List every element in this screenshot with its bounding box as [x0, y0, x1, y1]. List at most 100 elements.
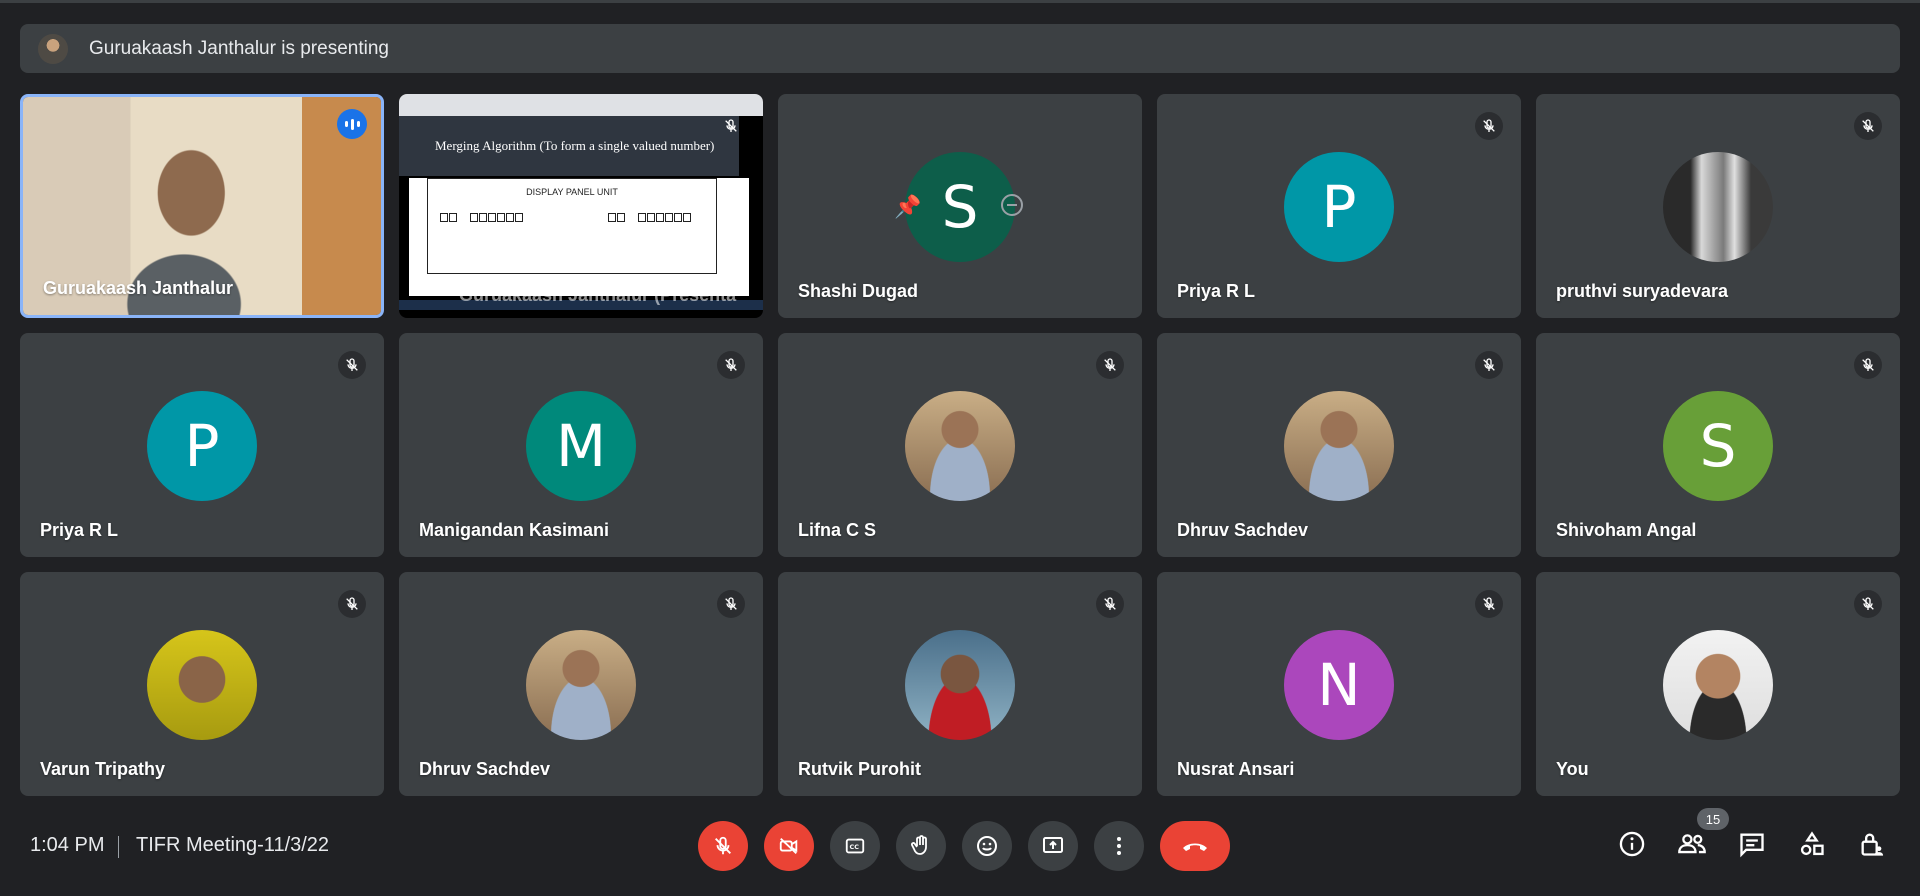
participant-photo [905, 391, 1015, 501]
muted-icon [717, 112, 745, 140]
share-caption: Guruakaash Janthalur (Presenta [459, 285, 737, 305]
host-controls-button[interactable] [1856, 828, 1888, 860]
activities-button[interactable] [1796, 828, 1828, 860]
muted-icon [1854, 351, 1882, 379]
clock: 1:04 PM [30, 834, 105, 856]
meeting-details-button[interactable] [1616, 828, 1648, 860]
participant-tile[interactable]: Dhruv Sachdev [1157, 333, 1521, 557]
phone-hangup-icon [1183, 843, 1207, 851]
participant-name: Manigandan Kasimani [419, 520, 610, 540]
info-icon [1619, 831, 1645, 857]
camera-off-icon [779, 837, 798, 855]
participant-name: Shivoham Angal [1556, 520, 1697, 540]
camera-toggle-button[interactable] [764, 821, 814, 871]
participant-tile[interactable]: S Shivoham Angal [1536, 333, 1900, 557]
muted-icon [1475, 112, 1503, 140]
more-vert-icon [1117, 837, 1121, 855]
chat-button[interactable] [1736, 828, 1768, 860]
more-options-button[interactable] [1094, 821, 1144, 871]
participant-photo [147, 630, 257, 740]
muted-icon [1096, 351, 1124, 379]
muted-icon [1854, 112, 1882, 140]
display-panel-diagram: DISPLAY PANEL UNIT [427, 178, 717, 274]
reactions-button[interactable] [962, 821, 1012, 871]
participant-initial-avatar: S [905, 152, 1015, 262]
participant-tile[interactable]: Varun Tripathy [20, 572, 384, 796]
end-call-button[interactable] [1160, 821, 1230, 871]
present-button[interactable] [1028, 821, 1078, 871]
muted-icon [1475, 351, 1503, 379]
lock-person-icon [1861, 833, 1884, 856]
chat-icon [1740, 833, 1764, 858]
participant-name: Lifna C S [798, 520, 877, 540]
presenter-avatar [38, 33, 68, 64]
participant-name: You [1556, 759, 1589, 779]
top-border [0, 0, 1920, 3]
participant-photo [1663, 152, 1773, 262]
remove-icon[interactable] [1001, 194, 1023, 216]
participant-name: Nusrat Ansari [1177, 759, 1295, 779]
participant-name: Shashi Dugad [798, 281, 919, 301]
muted-icon [1096, 590, 1124, 618]
participant-photo [905, 630, 1015, 740]
participant-tile[interactable]: You [1536, 572, 1900, 796]
participant-initial-avatar: N [1284, 630, 1394, 740]
mic-toggle-button[interactable] [698, 821, 748, 871]
participant-photo [1663, 630, 1773, 740]
speaker-tile[interactable]: Guruakaash Janthalur [20, 94, 384, 318]
participant-name: Varun Tripathy [40, 759, 166, 779]
participant-count-badge: 15 [1697, 808, 1729, 830]
participant-tile[interactable]: Lifna C S [778, 333, 1142, 557]
participant-tile[interactable]: pruthvi suryadevara [1536, 94, 1900, 318]
speaking-indicator-icon [337, 109, 367, 139]
muted-icon [338, 351, 366, 379]
call-controls: CC [698, 821, 1230, 871]
people-icon [1678, 834, 1706, 854]
captions-button[interactable]: CC [830, 821, 880, 871]
side-panel-controls [1616, 828, 1888, 860]
participant-tile[interactable]: M Manigandan Kasimani [399, 333, 763, 557]
emoji-icon [977, 836, 997, 856]
presenting-banner: Guruakaash Janthalur is presenting [20, 24, 1900, 73]
muted-icon [338, 590, 366, 618]
muted-icon [717, 590, 745, 618]
present-screen-icon [1043, 837, 1063, 853]
participant-name: Priya R L [40, 520, 119, 540]
people-button[interactable] [1676, 828, 1708, 860]
participant-initial-avatar: S [1663, 391, 1773, 501]
pin-icon[interactable]: 📌 [894, 194, 921, 220]
shared-browser-bar [399, 94, 763, 116]
participant-name: Dhruv Sachdev [1177, 520, 1309, 540]
muted-icon [1475, 590, 1503, 618]
participant-tile[interactable]: P Priya R L [1157, 94, 1521, 318]
panel-label: DISPLAY PANEL UNIT [526, 187, 618, 197]
shapes-icon [1800, 831, 1824, 856]
participant-tile[interactable]: P Priya R L [20, 333, 384, 557]
participant-name: Rutvik Purohit [798, 759, 922, 779]
participant-name: Dhruv Sachdev [419, 759, 551, 779]
participant-photo [1284, 391, 1394, 501]
participant-name: Priya R L [1177, 281, 1256, 301]
participant-name: pruthvi suryadevara [1556, 281, 1729, 301]
divider [118, 836, 119, 858]
participant-initial-avatar: M [526, 391, 636, 501]
captions-icon: CC [845, 838, 865, 854]
participant-tile[interactable]: Dhruv Sachdev [399, 572, 763, 796]
raise-hand-button[interactable] [896, 821, 946, 871]
screen-share-tile[interactable]: Merging Algorithm (To form a single valu… [399, 94, 763, 318]
slide-title: Merging Algorithm (To form a single valu… [399, 116, 739, 176]
participant-initial-avatar: P [147, 391, 257, 501]
meeting-title: TIFR Meeting-11/3/22 [136, 834, 330, 856]
participant-initial-avatar: P [1284, 152, 1394, 262]
participant-tile[interactable]: S Shashi Dugad 📌 [778, 94, 1142, 318]
bottom-bar: 1:04 PM TIFR Meeting-11/3/22 CC 15 [0, 800, 1920, 896]
mic-off-icon [715, 836, 731, 855]
hand-icon [911, 835, 927, 855]
participant-tile[interactable]: Rutvik Purohit [778, 572, 1142, 796]
participant-tile[interactable]: N Nusrat Ansari [1157, 572, 1521, 796]
svg-text:CC: CC [850, 843, 860, 851]
presenting-text: Guruakaash Janthalur is presenting [89, 37, 389, 59]
participant-photo [526, 630, 636, 740]
muted-icon [1854, 590, 1882, 618]
participant-name: Guruakaash Janthalur [43, 278, 234, 298]
